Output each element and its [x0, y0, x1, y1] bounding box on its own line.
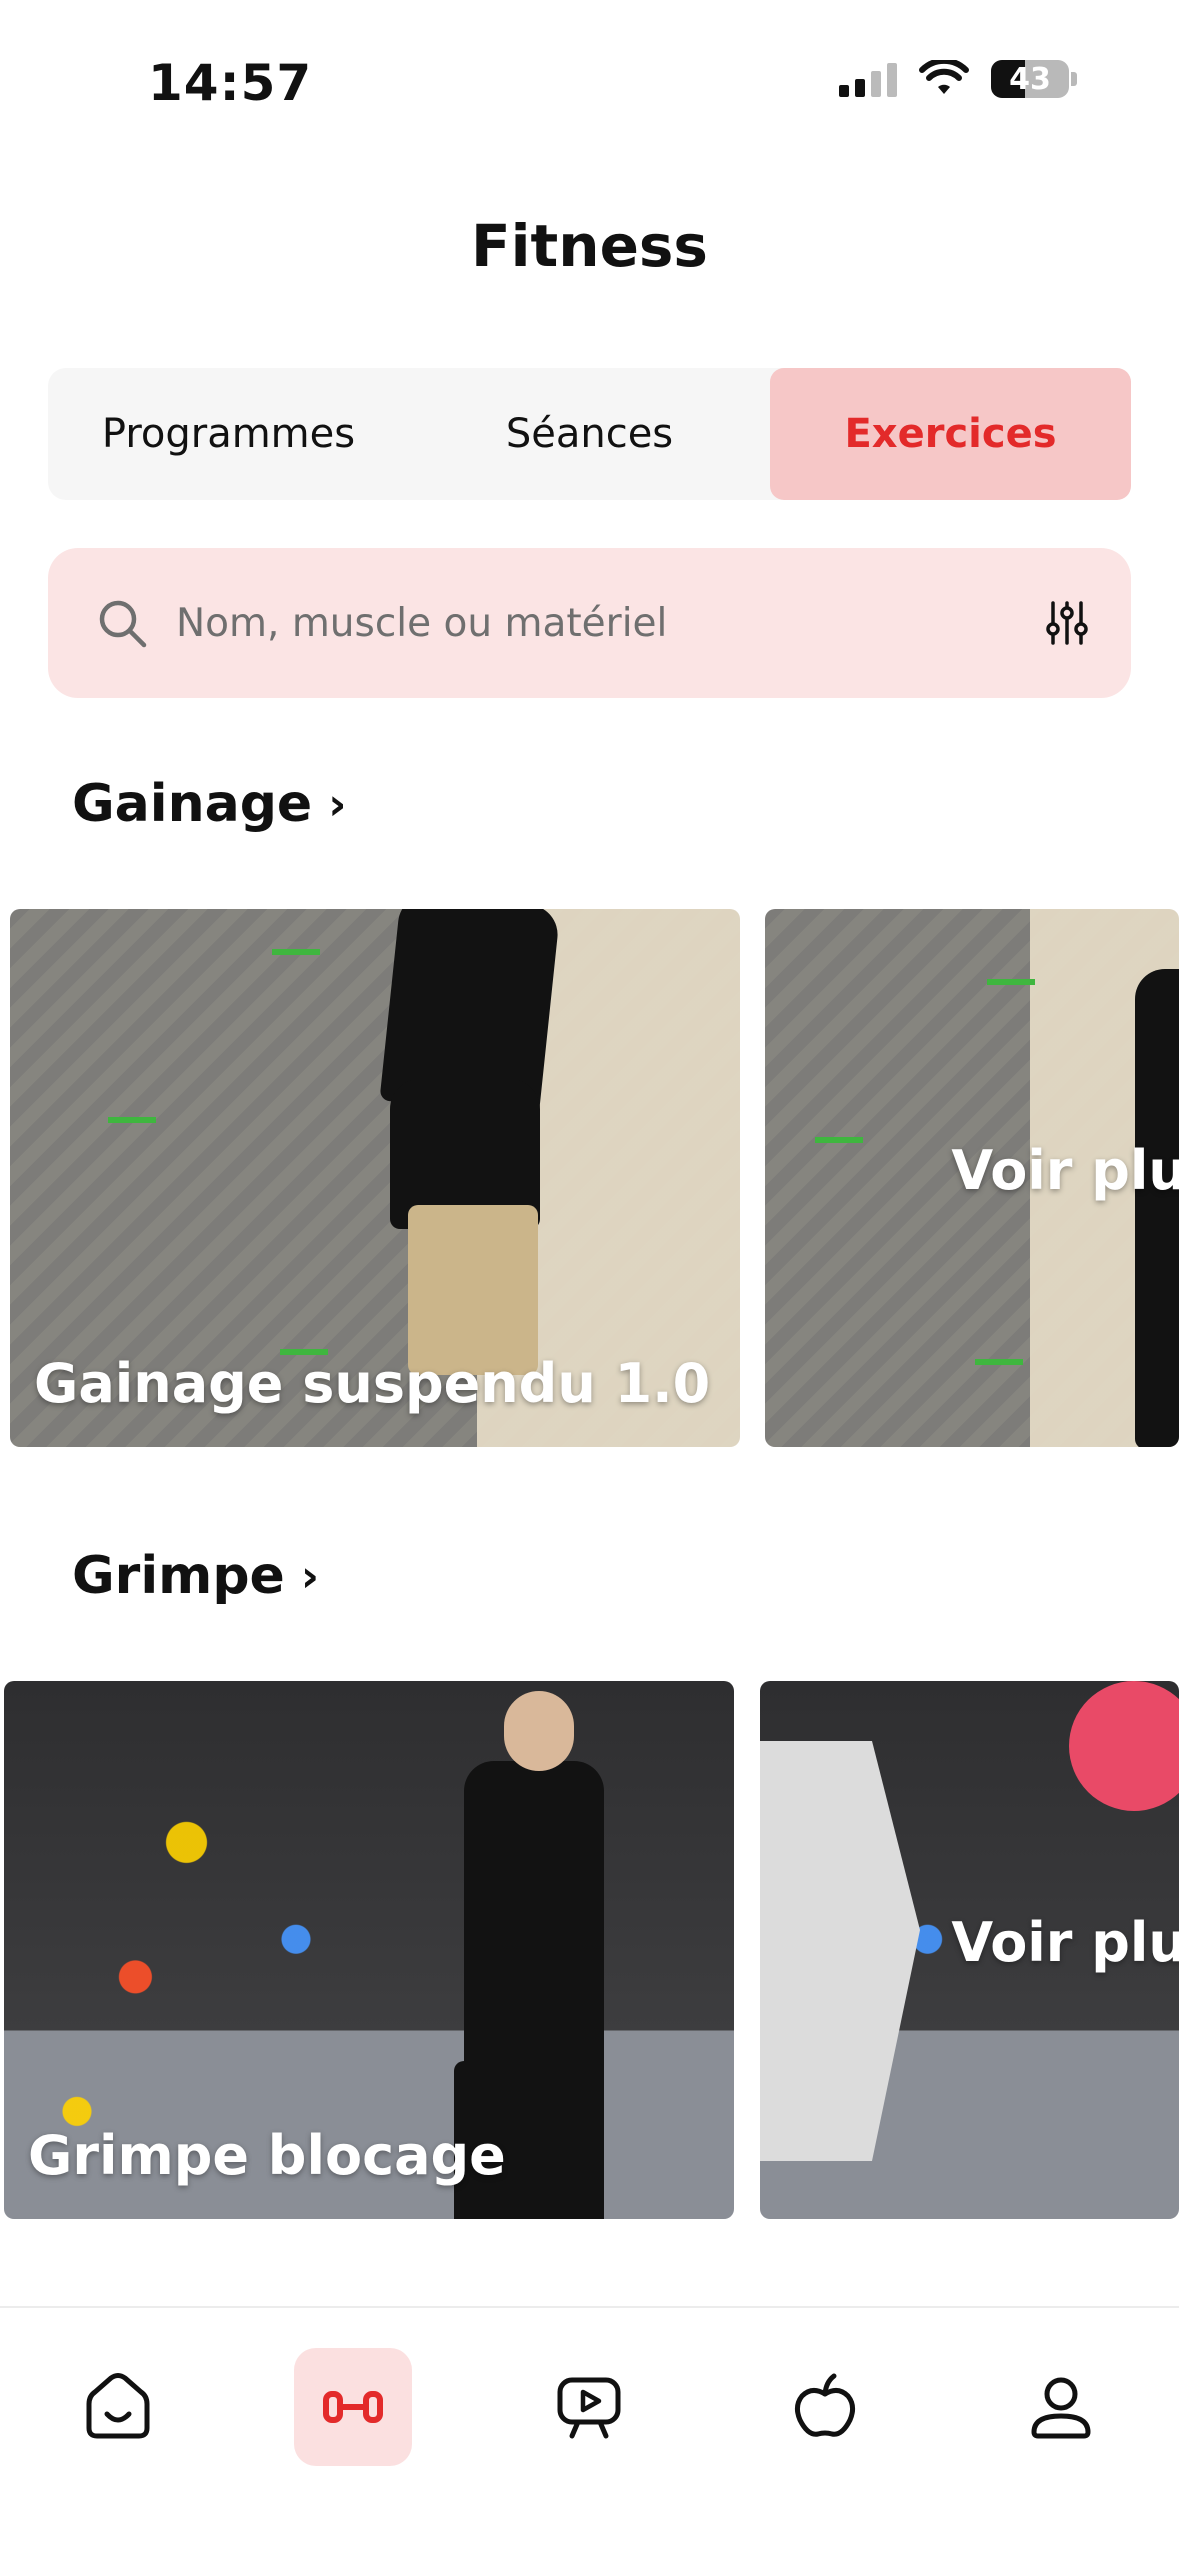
battery-icon: 43 — [991, 60, 1069, 98]
search-input[interactable]: Nom, muscle ou matériel — [176, 601, 1045, 646]
home-icon — [86, 2373, 150, 2439]
see-more-label: Voir plus — [951, 1911, 1179, 1974]
chevron-right-icon: › — [328, 778, 347, 830]
segmented-tabs: Programmes Séances Exercices — [48, 368, 1131, 500]
page-title: Fitness — [471, 212, 708, 280]
section-heading-grimpe[interactable]: Grimpe › — [72, 1546, 319, 1606]
apple-icon — [794, 2373, 856, 2437]
wifi-icon — [919, 60, 969, 94]
section-title: Gainage — [72, 774, 313, 834]
profile-icon — [1031, 2377, 1091, 2439]
see-more-card[interactable]: Voir plus — [760, 1681, 1179, 2219]
tab-exercices[interactable]: Exercices — [770, 368, 1131, 500]
section-heading-gainage[interactable]: Gainage › — [72, 774, 346, 834]
battery-level: 43 — [1009, 61, 1051, 97]
video-play-icon — [557, 2377, 621, 2439]
cellular-signal-icon — [839, 61, 897, 97]
search-icon — [99, 600, 147, 648]
tab-seances[interactable]: Séances — [409, 368, 770, 500]
card-title: Gainage suspendu 1.0 — [34, 1352, 711, 1415]
nav-home[interactable] — [59, 2348, 177, 2466]
see-more-card[interactable]: Voir plus — [765, 909, 1179, 1447]
nav-fitness[interactable] — [294, 2348, 412, 2466]
status-time: 14:57 — [148, 54, 313, 112]
chevron-right-icon: › — [300, 1550, 319, 1602]
dumbbell-icon — [323, 2391, 383, 2423]
section-title: Grimpe — [72, 1546, 285, 1606]
exercise-card[interactable]: Gainage suspendu 1.0 — [10, 909, 740, 1447]
nav-videos[interactable] — [530, 2348, 648, 2466]
nav-profile[interactable] — [1002, 2348, 1120, 2466]
card-title: Grimpe blocage — [28, 2124, 506, 2187]
tab-programmes[interactable]: Programmes — [48, 368, 409, 500]
search-bar[interactable]: Nom, muscle ou matériel — [48, 548, 1131, 698]
filter-sliders-icon[interactable] — [1045, 599, 1089, 647]
status-icons: 43 — [839, 60, 1077, 98]
nav-nutrition[interactable] — [766, 2348, 884, 2466]
bottom-navigation — [0, 2306, 1179, 2558]
see-more-label: Voir plus — [951, 1139, 1179, 1202]
exercise-card[interactable]: Grimpe blocage — [4, 1681, 734, 2219]
